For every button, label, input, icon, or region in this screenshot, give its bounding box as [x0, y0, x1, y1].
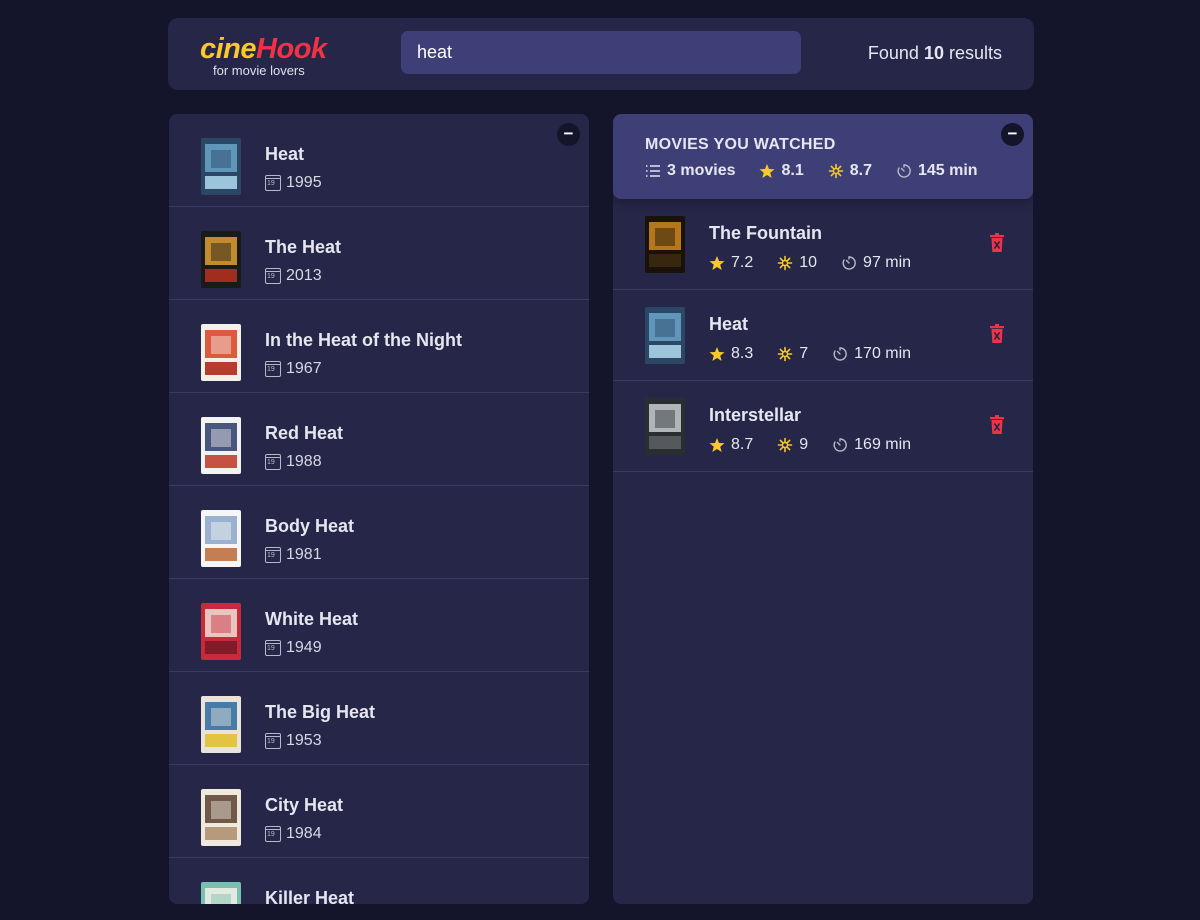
watched-summary: MOVIES YOU WATCHED 3 movies 8.1 8.7 145 …: [613, 114, 1033, 199]
delete-button[interactable]: [989, 233, 1005, 253]
movie-poster: [201, 231, 241, 288]
timer-icon: [833, 347, 848, 361]
delete-button[interactable]: [989, 415, 1005, 435]
calendar-icon: [265, 454, 281, 470]
imdb-rating: 7.2: [709, 254, 753, 272]
movie-year: 1953: [265, 732, 322, 750]
search-result-item[interactable]: Heat 1995: [169, 114, 589, 207]
watched-item: Heat 8.3 7 170 min: [613, 290, 1033, 381]
movie-poster: [645, 307, 685, 364]
search-result-item[interactable]: Killer Heat: [169, 858, 589, 904]
star-icon: [709, 256, 725, 270]
movie-title: The Big Heat: [265, 702, 376, 722]
logo[interactable]: cineHook for movie lovers: [200, 32, 340, 78]
sparkle-icon: [828, 163, 844, 179]
search-result-item[interactable]: Body Heat 1981: [169, 486, 589, 579]
movie-title: Body Heat: [265, 516, 355, 536]
minus-icon: −: [563, 124, 574, 143]
movie-year: 1995: [265, 174, 322, 192]
movie-title: Red Heat: [265, 423, 344, 443]
calendar-icon: [265, 826, 281, 842]
movie-year: 1967: [265, 360, 322, 378]
calendar-icon: [265, 547, 281, 563]
timer-icon: [833, 438, 848, 452]
navbar: cineHook for movie lovers Found 10 resul…: [168, 18, 1034, 90]
search-result-item[interactable]: White Heat 1949: [169, 579, 589, 672]
movie-year: 1981: [265, 546, 322, 564]
movie-year: 1984: [265, 825, 322, 843]
user-rating: 9: [777, 436, 808, 454]
watched-count: 3 movies: [645, 162, 735, 180]
avg-user-rating: 8.7: [828, 162, 872, 180]
search-results-list: Heat 1995 The Heat 2013 In the Heat of the N…: [169, 114, 589, 904]
movie-year: 1988: [265, 453, 322, 471]
movie-poster: [201, 510, 241, 567]
runtime: 97 min: [841, 254, 911, 272]
search-result-item[interactable]: The Big Heat 1953: [169, 672, 589, 765]
watched-item: The Fountain 7.2 10 97 min: [613, 199, 1033, 290]
avg-runtime: 145 min: [896, 162, 978, 180]
movie-poster: [201, 603, 241, 660]
user-rating: 10: [777, 254, 817, 272]
calendar-icon: [265, 175, 281, 191]
collapse-results-button[interactable]: −: [557, 123, 580, 146]
sparkle-icon: [777, 255, 793, 271]
search-result-item[interactable]: In the Heat of the Night 1967: [169, 300, 589, 393]
watched-panel: − MOVIES YOU WATCHED 3 movies 8.1 8.7 14…: [613, 114, 1033, 904]
calendar-icon: [265, 361, 281, 377]
movie-title: Heat: [709, 314, 749, 334]
movie-poster: [201, 324, 241, 381]
calendar-icon: [265, 640, 281, 656]
watched-summary-title: MOVIES YOU WATCHED: [645, 136, 836, 153]
watched-item: Interstellar 8.7 9 169 min: [613, 381, 1033, 472]
logo-wordmark: cineHook: [200, 33, 327, 65]
star-icon: [709, 438, 725, 452]
movie-year: 2013: [265, 267, 322, 285]
search-results-panel: − Heat 1995 The Heat 2013 In the Heat of the…: [169, 114, 589, 904]
avg-imdb-rating: 8.1: [759, 162, 804, 180]
movie-title: Heat: [265, 144, 305, 164]
movie-poster: [645, 216, 685, 273]
movie-poster: [645, 398, 685, 455]
search-input[interactable]: [401, 31, 801, 74]
timer-icon: [842, 256, 856, 270]
star-icon: [709, 347, 725, 361]
search-result-item[interactable]: The Heat 2013: [169, 207, 589, 300]
movie-poster: [201, 789, 241, 846]
list-icon: [646, 165, 660, 177]
timer-icon: [897, 164, 911, 178]
movie-title: The Heat: [265, 237, 342, 257]
imdb-rating: 8.7: [709, 436, 753, 454]
movie-poster: [201, 417, 241, 474]
delete-button[interactable]: [989, 324, 1005, 344]
movie-poster: [201, 882, 241, 904]
minus-icon: −: [1007, 124, 1018, 143]
calendar-icon: [265, 268, 281, 284]
runtime: 170 min: [832, 345, 911, 363]
star-icon: [759, 164, 775, 178]
movie-title: City Heat: [265, 795, 344, 815]
watched-list: The Fountain 7.2 10 97 min Heat 8.3 7 170 min In…: [613, 199, 1033, 472]
movie-year: 1949: [265, 639, 322, 657]
movie-title: In the Heat of the Night: [265, 330, 462, 350]
calendar-icon: [265, 733, 281, 749]
movie-title: Killer Heat: [265, 888, 355, 904]
imdb-rating: 8.3: [709, 345, 753, 363]
movie-poster: [201, 696, 241, 753]
results-count: Found 10 results: [867, 43, 1002, 63]
sparkle-icon: [777, 346, 793, 362]
sparkle-icon: [777, 437, 793, 453]
collapse-watched-button[interactable]: −: [1001, 123, 1024, 146]
runtime: 169 min: [832, 436, 911, 454]
movie-title: White Heat: [265, 609, 359, 629]
movie-title: The Fountain: [709, 223, 822, 243]
movie-poster: [201, 138, 241, 195]
movie-title: Interstellar: [709, 405, 802, 425]
user-rating: 7: [777, 345, 808, 363]
search-result-item[interactable]: City Heat 1984: [169, 765, 589, 858]
search-result-item[interactable]: Red Heat 1988: [169, 393, 589, 486]
